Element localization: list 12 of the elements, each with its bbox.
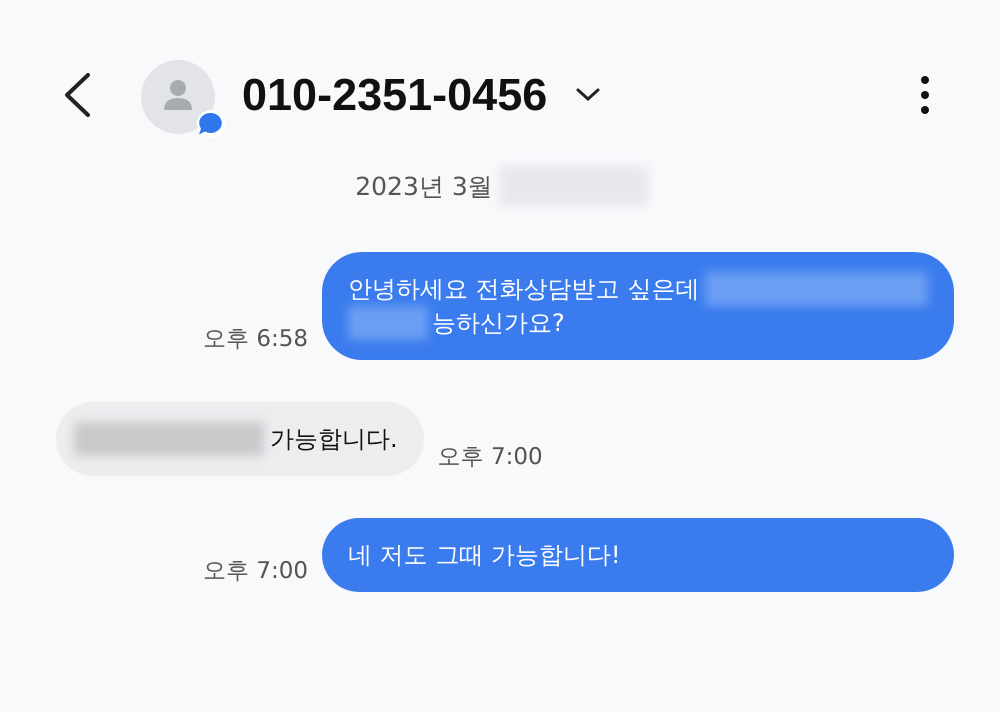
back-icon[interactable] [62,72,92,118]
message-time: 오후 7:00 [438,443,543,472]
more-options-icon[interactable] [920,75,930,115]
message-text: 능하신가요? [432,308,565,339]
message-time: 오후 6:58 [203,325,308,354]
contact-title: 010-2351-0456 [242,69,548,121]
date-label: 2023년 3월 [355,170,493,202]
message-text: 안녕하세요 전화상담받고 싶은데 [348,274,700,305]
chevron-down-icon[interactable] [575,87,602,103]
message-text: 네 저도 그때 가능합니다! [348,540,621,571]
message-text: 가능합니다. [270,424,398,455]
message-time: 오후 7:00 [203,557,308,586]
